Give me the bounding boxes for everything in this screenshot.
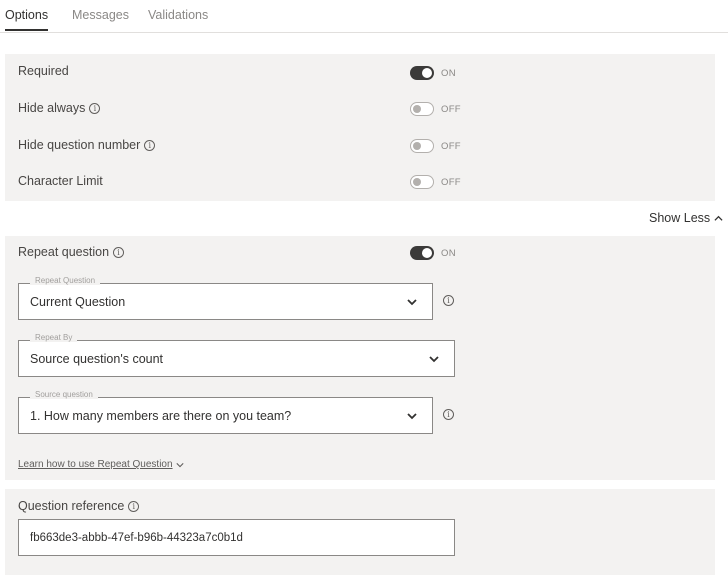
repeat-panel: Repeat question i ON Repeat Question Cur… xyxy=(5,236,715,480)
repeat-by-value: Source question's count xyxy=(30,352,164,366)
required-label: Required xyxy=(18,64,69,78)
required-toggle[interactable] xyxy=(410,66,434,80)
repeat-question-label: Repeat question xyxy=(18,245,110,259)
question-reference-value: fb663de3-abbb-47ef-b96b-44323a7c0b1d xyxy=(30,532,243,544)
repeat-by-select[interactable]: Repeat By Source question's count xyxy=(18,333,455,377)
tab-options[interactable]: Options xyxy=(5,8,48,22)
show-less-button[interactable]: Show Less xyxy=(649,211,723,225)
hide-always-row: Hide always i xyxy=(18,101,101,115)
reference-panel: Question reference i fb663de3-abbb-47ef-… xyxy=(5,489,715,575)
character-limit-row: Character Limit xyxy=(18,174,103,188)
info-icon[interactable]: i xyxy=(113,246,125,258)
hide-always-label: Hide always xyxy=(18,101,86,115)
character-limit-toggle[interactable] xyxy=(410,175,434,189)
chevron-down-icon xyxy=(429,356,439,363)
hide-question-number-row: Hide question number i xyxy=(18,138,156,152)
learn-link-label: Learn how to use Repeat Question xyxy=(18,459,173,470)
tab-bar: Options Messages Validations xyxy=(0,0,728,33)
hide-always-toggle[interactable] xyxy=(410,102,434,116)
repeat-question-select[interactable]: Repeat Question Current Question xyxy=(18,276,433,320)
source-question-select[interactable]: Source question 1. How many members are … xyxy=(18,390,433,434)
chevron-down-icon xyxy=(407,299,417,306)
character-limit-toggle-state: OFF xyxy=(441,177,461,188)
active-tab-indicator xyxy=(5,29,48,31)
repeat-question-row: Repeat question i xyxy=(18,245,125,259)
info-icon[interactable]: i xyxy=(443,409,454,420)
tab-messages[interactable]: Messages xyxy=(72,8,129,22)
repeat-question-field-label: Repeat Question xyxy=(30,276,101,285)
chevron-up-icon xyxy=(714,215,723,221)
settings-panel: Required ON Hide always i OFF Hide quest… xyxy=(5,54,715,201)
tab-validations[interactable]: Validations xyxy=(148,8,208,22)
question-reference-label: Question reference xyxy=(18,499,125,513)
chevron-down-icon xyxy=(175,462,184,467)
show-less-label: Show Less xyxy=(649,211,711,225)
hide-always-toggle-state: OFF xyxy=(441,104,461,115)
question-reference-row: Question reference i xyxy=(18,499,140,513)
source-question-value: 1. How many members are there on you tea… xyxy=(30,409,292,423)
repeat-question-toggle[interactable] xyxy=(410,246,434,260)
info-icon[interactable]: i xyxy=(144,139,156,151)
required-row: Required xyxy=(18,64,69,78)
required-toggle-state: ON xyxy=(441,68,456,79)
hide-question-number-toggle-state: OFF xyxy=(441,141,461,152)
chevron-down-icon xyxy=(407,413,417,420)
learn-repeat-question-link[interactable]: Learn how to use Repeat Question xyxy=(18,459,184,470)
question-reference-input[interactable]: fb663de3-abbb-47ef-b96b-44323a7c0b1d xyxy=(18,519,455,556)
repeat-by-field-label: Repeat By xyxy=(30,333,78,342)
repeat-question-toggle-state: ON xyxy=(441,248,456,259)
hide-question-number-label: Hide question number xyxy=(18,138,141,152)
character-limit-label: Character Limit xyxy=(18,174,103,188)
source-question-field-label: Source question xyxy=(30,390,98,399)
info-icon[interactable]: i xyxy=(443,295,454,306)
repeat-question-value: Current Question xyxy=(30,295,126,309)
hide-question-number-toggle[interactable] xyxy=(410,139,434,153)
info-icon[interactable]: i xyxy=(89,102,101,114)
info-icon[interactable]: i xyxy=(128,500,140,512)
